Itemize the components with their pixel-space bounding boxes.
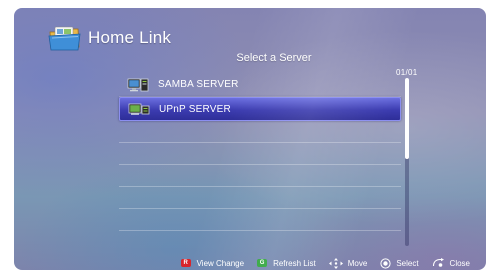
move-label: Move — [347, 258, 368, 268]
refresh-list-label: Refresh List — [273, 258, 316, 268]
return-arrow-icon — [432, 258, 445, 268]
empty-row — [119, 187, 401, 209]
home-link-folder-icon — [48, 25, 82, 51]
panel-title: Select a Server — [236, 52, 312, 64]
button-guide: R View Change G Refresh List Move Select… — [14, 256, 486, 270]
empty-row — [119, 143, 401, 165]
server-label: SAMBA SERVER — [158, 79, 239, 90]
view-change-hint[interactable]: R View Change — [180, 258, 245, 268]
list-scrollbar[interactable] — [405, 78, 409, 246]
green-key-icon: G — [257, 259, 268, 267]
red-key-icon: R — [180, 259, 191, 267]
enter-button-icon — [380, 257, 391, 269]
server-item-samba[interactable]: SAMBA SERVER — [119, 73, 401, 97]
home-link-screen: Home Link Select a Server 01/01 SAMBA SE… — [14, 8, 486, 270]
close-label: Close — [449, 258, 470, 268]
refresh-list-hint[interactable]: G Refresh List — [257, 259, 316, 268]
server-label: UPnP SERVER — [159, 103, 231, 115]
scrollbar-thumb[interactable] — [405, 78, 409, 159]
close-hint[interactable]: Close — [432, 258, 470, 268]
empty-row — [119, 209, 401, 231]
network-device-icon — [128, 102, 150, 116]
move-hint[interactable]: Move — [328, 257, 368, 269]
select-hint[interactable]: Select — [380, 257, 419, 269]
view-change-label: View Change — [196, 258, 245, 268]
empty-row — [119, 165, 401, 187]
app-title: Home Link — [88, 28, 172, 47]
pc-monitor-icon — [127, 78, 149, 92]
server-list: SAMBA SERVER UPnP SERVER — [119, 73, 401, 231]
header: Home Link — [48, 23, 171, 53]
select-label: Select — [396, 258, 419, 268]
server-item-upnp[interactable]: UPnP SERVER — [119, 97, 401, 121]
directional-pad-icon — [328, 257, 343, 269]
empty-row — [119, 121, 401, 143]
